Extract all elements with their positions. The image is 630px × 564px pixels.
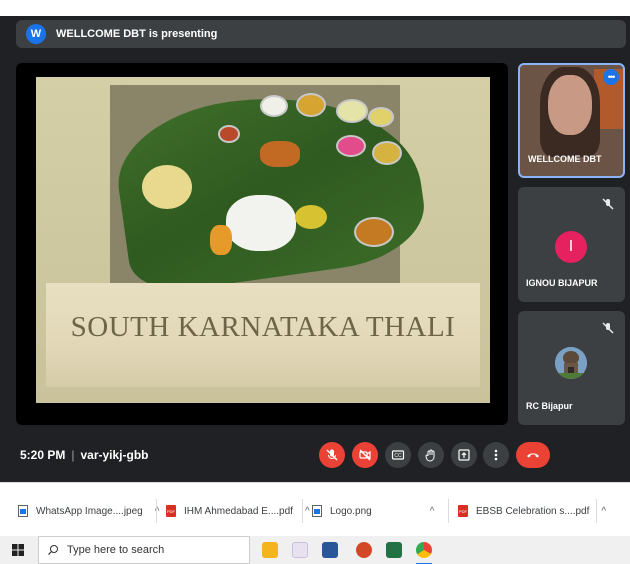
- chevron-up-icon[interactable]: ^: [601, 506, 606, 517]
- participant-name: RC Bijapur: [526, 401, 573, 411]
- downloads-bar: WhatsApp Image....jpeg ^ PDF IHM Ahmedab…: [0, 482, 630, 536]
- thali-photo: [108, 77, 432, 298]
- participant-tile-rc[interactable]: RC Bijapur: [518, 311, 625, 425]
- svg-text:CC: CC: [394, 453, 402, 459]
- raise-hand-button[interactable]: [418, 442, 444, 468]
- mic-off-button[interactable]: [319, 442, 345, 468]
- meeting-code: var-yikj-gbb: [80, 448, 149, 462]
- download-filename: Logo.png: [330, 505, 372, 517]
- papad-image: [142, 165, 192, 209]
- camera-off-icon: [359, 449, 371, 461]
- top-strip: [0, 0, 630, 16]
- leave-call-button[interactable]: [516, 442, 550, 468]
- chrome-icon[interactable]: [416, 542, 432, 558]
- participant-avatar: I: [555, 231, 587, 263]
- file-explorer-icon[interactable]: [262, 542, 278, 558]
- divider: [596, 499, 597, 523]
- participant-name: WELLCOME DBT: [528, 154, 602, 164]
- search-icon: [48, 545, 58, 555]
- download-item[interactable]: PDF EBSB Celebration s....pdf ^: [458, 497, 606, 525]
- mic-muted-icon: [602, 322, 614, 334]
- divider: [448, 499, 449, 523]
- more-options-button[interactable]: [483, 442, 509, 468]
- chevron-up-icon[interactable]: ^: [305, 506, 310, 517]
- download-item[interactable]: PDF IHM Ahmedabad E....pdf ^: [166, 497, 310, 525]
- excel-icon[interactable]: [386, 542, 402, 558]
- divider: [302, 499, 303, 523]
- windows-start-icon[interactable]: [12, 544, 24, 556]
- meeting-info: 5:20 PM | var-yikj-gbb: [20, 448, 149, 462]
- download-item[interactable]: Logo.png ^: [312, 497, 434, 525]
- participant-name: IGNOU BIJAPUR: [526, 278, 598, 288]
- presentation-slide: SOUTH KARNATAKA THALI: [36, 77, 490, 403]
- download-filename: WhatsApp Image....jpeg: [36, 505, 143, 517]
- captions-icon: CC: [391, 450, 405, 460]
- separator: |: [71, 448, 75, 462]
- rice-image: [226, 195, 296, 251]
- participant-tile-self[interactable]: ••• WELLCOME DBT: [518, 63, 625, 178]
- presenter-avatar: W: [26, 24, 46, 44]
- participant-tile-ignou[interactable]: I IGNOU BIJAPUR: [518, 187, 625, 302]
- image-file-icon: [18, 505, 28, 517]
- mic-muted-icon: [602, 198, 614, 210]
- taskbar: Type here to search: [0, 536, 630, 564]
- monument-avatar: [555, 347, 587, 379]
- captions-button[interactable]: CC: [385, 442, 411, 468]
- presenting-banner: W WELLCOME DBT is presenting: [16, 20, 626, 48]
- meeting-time: 5:20 PM: [20, 448, 66, 462]
- slide-title-banner: SOUTH KARNATAKA THALI: [46, 283, 480, 387]
- camera-off-button[interactable]: [352, 442, 378, 468]
- slide-title: SOUTH KARNATAKA THALI: [70, 311, 456, 343]
- paint-icon[interactable]: [292, 542, 308, 558]
- pdf-file-icon: PDF: [458, 505, 468, 517]
- present-button[interactable]: [451, 442, 477, 468]
- present-icon: [458, 449, 470, 461]
- meet-window: W WELLCOME DBT is presenting SOUTH KARNA…: [0, 0, 630, 482]
- shared-screen[interactable]: SOUTH KARNATAKA THALI: [16, 63, 508, 425]
- word-icon[interactable]: [322, 542, 338, 558]
- powerpoint-icon[interactable]: [356, 542, 372, 558]
- taskbar-search[interactable]: Type here to search: [38, 536, 250, 564]
- svg-text:PDF: PDF: [167, 509, 176, 514]
- image-file-icon: [312, 505, 322, 517]
- download-filename: EBSB Celebration s....pdf: [476, 505, 590, 517]
- download-filename: IHM Ahmedabad E....pdf: [184, 505, 293, 517]
- hand-icon: [425, 449, 435, 462]
- presenting-text: WELLCOME DBT is presenting: [56, 28, 218, 40]
- divider: [156, 499, 157, 523]
- chevron-up-icon[interactable]: ^: [430, 506, 435, 517]
- participant-face: [548, 75, 592, 135]
- mic-off-icon: [326, 449, 338, 461]
- pdf-file-icon: PDF: [166, 505, 176, 517]
- search-placeholder: Type here to search: [67, 544, 165, 556]
- tile-more-options-icon[interactable]: •••: [603, 69, 619, 85]
- svg-text:PDF: PDF: [459, 509, 468, 514]
- download-item[interactable]: WhatsApp Image....jpeg ^: [18, 497, 159, 525]
- more-vert-icon: [494, 449, 498, 461]
- phone-hangup-icon: [527, 453, 539, 458]
